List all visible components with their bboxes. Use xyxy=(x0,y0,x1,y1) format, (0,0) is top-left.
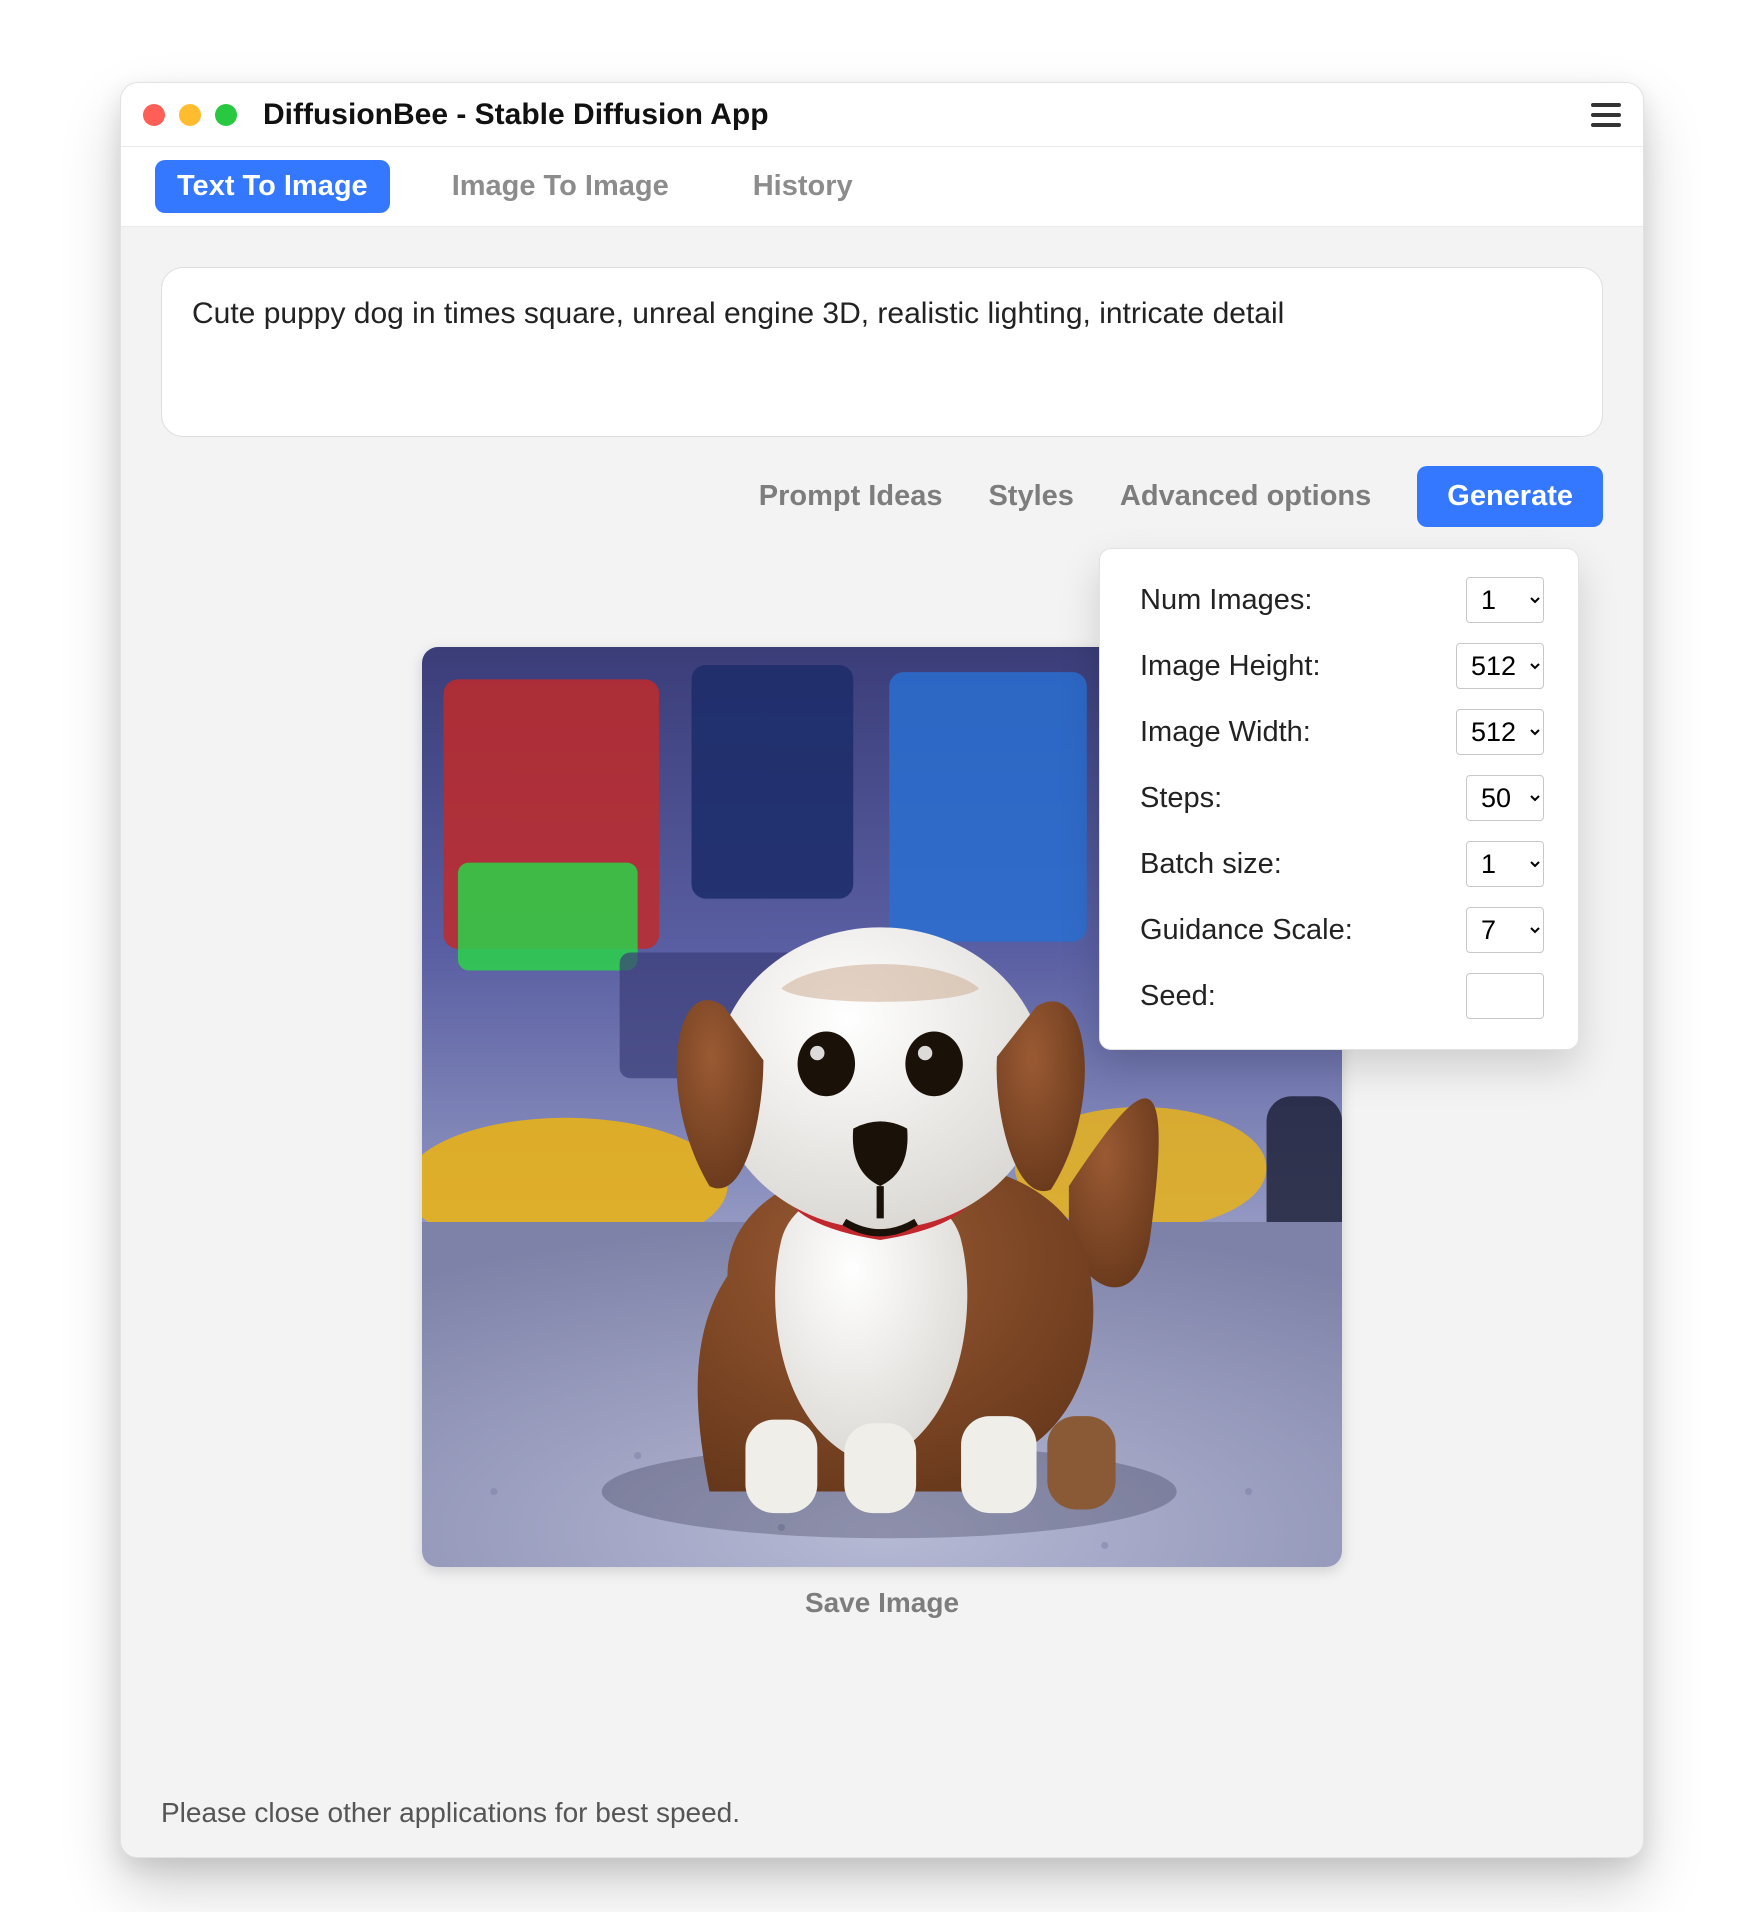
num-images-select[interactable]: 1 xyxy=(1466,577,1544,623)
app-window: DiffusionBee - Stable Diffusion App Text… xyxy=(120,82,1644,1858)
advanced-options-popover: Num Images: 1 Image Height: 512 Image Wi… xyxy=(1099,548,1579,1050)
image-width-label: Image Width: xyxy=(1140,716,1311,749)
prompt-input[interactable]: Cute puppy dog in times square, unreal e… xyxy=(161,267,1603,437)
num-images-label: Num Images: xyxy=(1140,584,1312,617)
steps-label: Steps: xyxy=(1140,782,1222,815)
image-height-select[interactable]: 512 xyxy=(1456,643,1544,689)
image-height-label: Image Height: xyxy=(1140,650,1321,683)
app-title: DiffusionBee - Stable Diffusion App xyxy=(263,98,1591,132)
styles-button[interactable]: Styles xyxy=(988,480,1073,513)
advanced-options-button[interactable]: Advanced options xyxy=(1120,480,1371,513)
footer-note: Please close other applications for best… xyxy=(161,1797,740,1829)
tab-image-to-image[interactable]: Image To Image xyxy=(430,160,691,213)
minimize-icon[interactable] xyxy=(179,104,201,126)
image-width-select[interactable]: 512 xyxy=(1456,709,1544,755)
guidance-scale-select[interactable]: 7 xyxy=(1466,907,1544,953)
zoom-icon[interactable] xyxy=(215,104,237,126)
window-controls xyxy=(143,104,237,126)
main-panel: Cute puppy dog in times square, unreal e… xyxy=(121,227,1643,1857)
guidance-scale-label: Guidance Scale: xyxy=(1140,914,1353,947)
tab-text-to-image[interactable]: Text To Image xyxy=(155,160,390,213)
seed-input[interactable] xyxy=(1466,973,1544,1019)
close-icon[interactable] xyxy=(143,104,165,126)
steps-select[interactable]: 50 xyxy=(1466,775,1544,821)
seed-label: Seed: xyxy=(1140,980,1216,1013)
prompt-ideas-button[interactable]: Prompt Ideas xyxy=(759,480,943,513)
menu-icon[interactable] xyxy=(1591,103,1621,127)
batch-size-label: Batch size: xyxy=(1140,848,1282,881)
tab-bar: Text To Image Image To Image History xyxy=(121,147,1643,227)
batch-size-select[interactable]: 1 xyxy=(1466,841,1544,887)
generate-button[interactable]: Generate xyxy=(1417,466,1603,527)
tab-history[interactable]: History xyxy=(731,160,875,213)
save-image-button[interactable]: Save Image xyxy=(805,1587,959,1619)
titlebar: DiffusionBee - Stable Diffusion App xyxy=(121,83,1643,147)
prompt-controls: Prompt Ideas Styles Advanced options Gen… xyxy=(161,466,1603,527)
